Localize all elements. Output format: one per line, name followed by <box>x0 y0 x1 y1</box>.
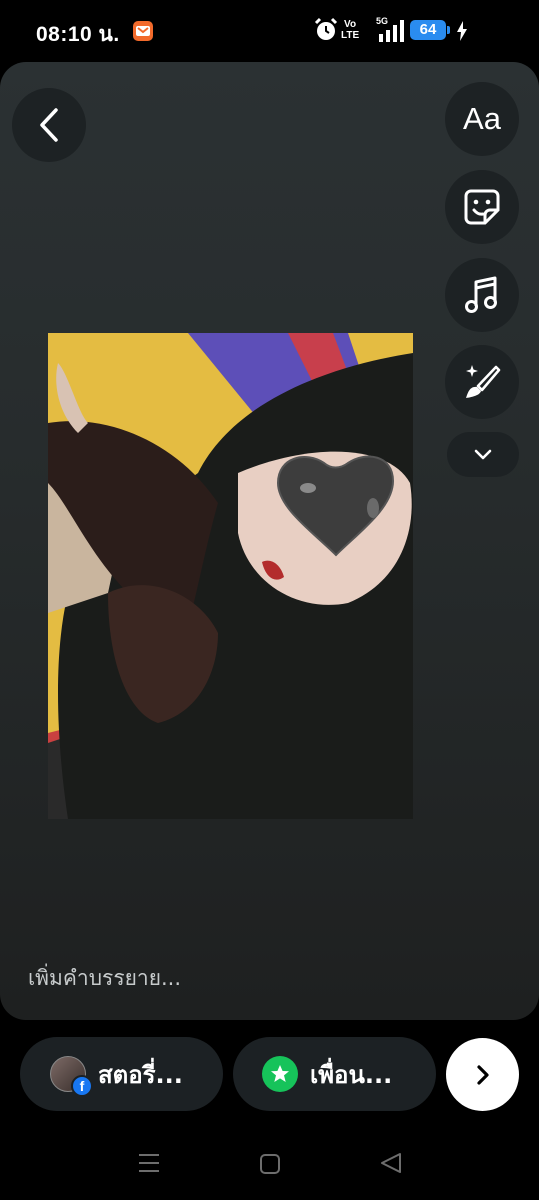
caption-input[interactable]: เพิ่มคำบรรยาย... <box>28 962 181 995</box>
text-tool-label: Aa <box>463 101 501 136</box>
text-tool-button[interactable]: Aa <box>445 82 519 156</box>
sticker-icon <box>464 189 500 225</box>
charging-icon <box>457 21 467 41</box>
status-bar: 08:10 น. Vo LTE 5G 64 <box>0 0 539 62</box>
chevron-right-icon <box>476 1064 489 1085</box>
recent-apps-icon[interactable] <box>138 1152 160 1174</box>
system-nav-bar <box>0 1140 539 1200</box>
next-button[interactable] <box>446 1038 519 1111</box>
battery-tip <box>447 26 450 34</box>
effects-tool-button[interactable] <box>445 345 519 419</box>
more-tools-button[interactable] <box>447 432 519 477</box>
photo-image <box>48 333 413 819</box>
star-icon <box>262 1056 298 1092</box>
status-time: 08:10 น. <box>36 23 120 46</box>
back-icon[interactable] <box>380 1152 402 1174</box>
alarm-icon <box>314 17 338 40</box>
avatar: f <box>50 1056 93 1097</box>
music-note-icon <box>465 276 497 313</box>
back-button[interactable] <box>12 88 86 162</box>
audience-friends-button[interactable]: เพื่อน... <box>233 1037 436 1111</box>
story-photo[interactable] <box>48 333 413 819</box>
facebook-icon: f <box>71 1075 93 1097</box>
home-icon[interactable] <box>259 1153 281 1175</box>
music-tool-button[interactable] <box>445 258 519 332</box>
volte-indicator: Vo LTE <box>341 19 360 41</box>
story-label: สตอรี่... <box>98 1060 183 1089</box>
share-bar: f สตอรี่... เพื่อน... <box>0 1020 539 1140</box>
magic-brush-icon <box>466 365 501 398</box>
friends-label: เพื่อน... <box>310 1060 393 1089</box>
chevron-down-icon <box>474 449 492 459</box>
app-notification-icon <box>133 21 153 41</box>
battery-level: 64 <box>410 20 446 40</box>
sticker-tool-button[interactable] <box>445 170 519 244</box>
chevron-left-icon <box>40 108 58 142</box>
share-to-story-button[interactable]: f สตอรี่... <box>20 1037 223 1111</box>
story-editor: Aa เพิ่มคำบรรยาย... <box>0 62 539 1020</box>
signal-icon <box>379 20 404 42</box>
